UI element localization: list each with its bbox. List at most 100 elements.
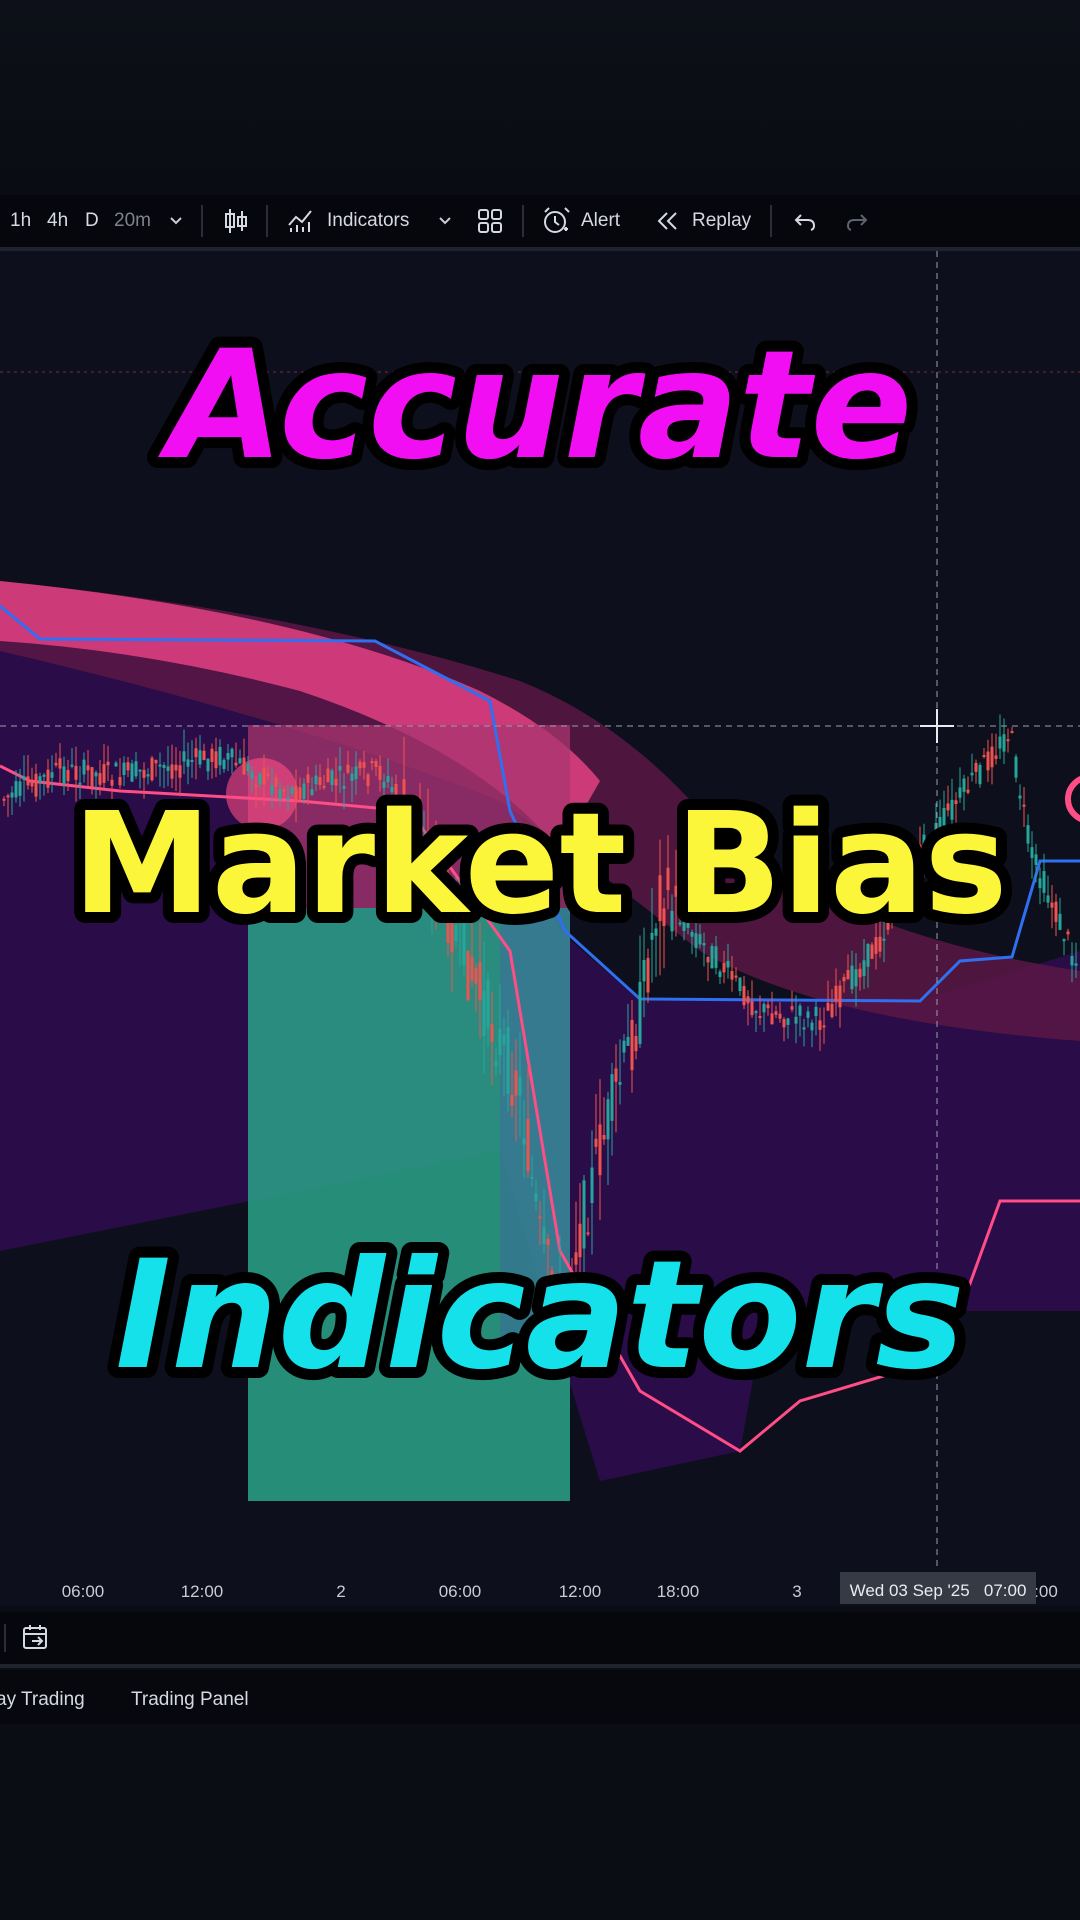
- candle-body: [538, 1216, 542, 1219]
- time-axis-label: 12:00: [559, 1582, 602, 1601]
- candle-body: [202, 750, 206, 760]
- candle-body: [1074, 963, 1078, 966]
- candle-body: [354, 766, 358, 780]
- candle-body: [870, 944, 874, 959]
- candle-body: [1018, 795, 1022, 799]
- candle-body: [598, 1124, 602, 1176]
- candle-body: [794, 1016, 798, 1024]
- candle-body: [1062, 939, 1066, 942]
- candle-body: [722, 963, 726, 973]
- candle-body: [30, 782, 34, 787]
- layout-grid-icon[interactable]: [477, 195, 503, 247]
- candle-body: [530, 1176, 534, 1179]
- candle-body: [1038, 878, 1042, 889]
- candle-body: [810, 1022, 814, 1031]
- candle-body: [1058, 913, 1062, 930]
- candle-body: [262, 767, 266, 785]
- bottom-toolbar: [0, 1612, 1080, 1668]
- candle-body: [1046, 895, 1050, 903]
- candle-body: [602, 1134, 606, 1140]
- candle-body: [362, 762, 366, 768]
- candle-body: [242, 757, 246, 775]
- candle-body: [154, 760, 158, 764]
- candle-body: [710, 945, 714, 969]
- candle-body: [506, 1027, 510, 1094]
- timeframe-1h[interactable]: 1h: [10, 195, 31, 247]
- tab-replay-trading[interactable]: ay Trading: [0, 1670, 85, 1730]
- time-axis-label: 12:00: [181, 1582, 224, 1601]
- tab-trading-panel[interactable]: Trading Panel: [131, 1670, 249, 1730]
- candle-body: [778, 1013, 782, 1019]
- candle-body: [770, 1013, 774, 1025]
- candle-body: [766, 1004, 770, 1009]
- candle-body: [122, 762, 126, 776]
- candle-body: [134, 761, 138, 777]
- candle-body: [534, 1193, 538, 1202]
- candle-body: [1066, 931, 1070, 935]
- timeframe-active[interactable]: 20m: [114, 195, 151, 247]
- candle-body: [726, 960, 730, 968]
- time-axis-label: :00: [1034, 1582, 1058, 1601]
- candle-body: [350, 773, 354, 781]
- candlestick-icon[interactable]: [223, 195, 249, 247]
- candle-body: [194, 748, 198, 758]
- alert-button[interactable]: Alert: [581, 195, 620, 247]
- candle-body: [1034, 854, 1038, 865]
- candle-body: [750, 1001, 754, 1016]
- candle-body: [1014, 756, 1018, 778]
- candle-body: [986, 751, 990, 771]
- candle-body: [806, 1011, 810, 1018]
- candle-body: [622, 1040, 626, 1053]
- goto-date-icon[interactable]: [22, 1624, 52, 1657]
- candle-body: [594, 1138, 598, 1147]
- candle-body: [866, 943, 870, 967]
- undo-icon[interactable]: [793, 195, 817, 247]
- candle-body: [850, 965, 854, 990]
- candle-body: [478, 962, 482, 1000]
- price-chart[interactable]: 06:00 12:00 2 06:00 12:00 18:00 3 :00 We…: [0, 251, 1080, 1606]
- chevron-down-icon[interactable]: [168, 195, 184, 247]
- candle-body: [58, 758, 62, 769]
- candle-body: [38, 776, 42, 783]
- candle-body: [266, 773, 270, 776]
- candle-body: [34, 773, 38, 797]
- candle-body: [74, 765, 78, 780]
- candle-body: [370, 761, 374, 764]
- candle-body: [826, 1002, 830, 1011]
- separator: [522, 205, 524, 237]
- candle-body: [790, 1006, 794, 1010]
- candle-body: [998, 736, 1002, 749]
- candle-body: [162, 765, 166, 768]
- candle-body: [718, 971, 722, 977]
- candle-body: [178, 765, 182, 778]
- candle-body: [1010, 731, 1014, 734]
- candle-body: [1070, 956, 1074, 966]
- redo-icon[interactable]: [845, 195, 869, 247]
- candle-body: [526, 1119, 530, 1172]
- timeframe-4h[interactable]: 4h: [47, 195, 68, 247]
- candle-body: [86, 765, 90, 771]
- candle-body: [226, 753, 230, 760]
- replay-button[interactable]: Replay: [692, 195, 751, 247]
- candle-body: [166, 766, 170, 771]
- candle-body: [230, 748, 234, 758]
- candle-body: [590, 1167, 594, 1204]
- indicators-icon[interactable]: [287, 195, 315, 247]
- candle-body: [738, 977, 742, 992]
- candle-body: [990, 746, 994, 768]
- candle-body: [466, 951, 470, 1001]
- candle-body: [250, 771, 254, 779]
- timeframe-d[interactable]: D: [85, 195, 99, 247]
- candle-body: [358, 761, 362, 769]
- separator: [201, 205, 203, 237]
- rewind-icon[interactable]: [654, 195, 680, 247]
- alarm-clock-icon[interactable]: [541, 195, 571, 247]
- candle-body: [838, 985, 842, 1008]
- candle-body: [26, 776, 30, 786]
- indicators-button[interactable]: Indicators: [327, 195, 409, 247]
- candle-body: [846, 969, 850, 980]
- top-background: [0, 0, 1080, 195]
- candle-body: [62, 766, 66, 785]
- chevron-down-icon[interactable]: [437, 195, 453, 247]
- candle-body: [306, 774, 310, 783]
